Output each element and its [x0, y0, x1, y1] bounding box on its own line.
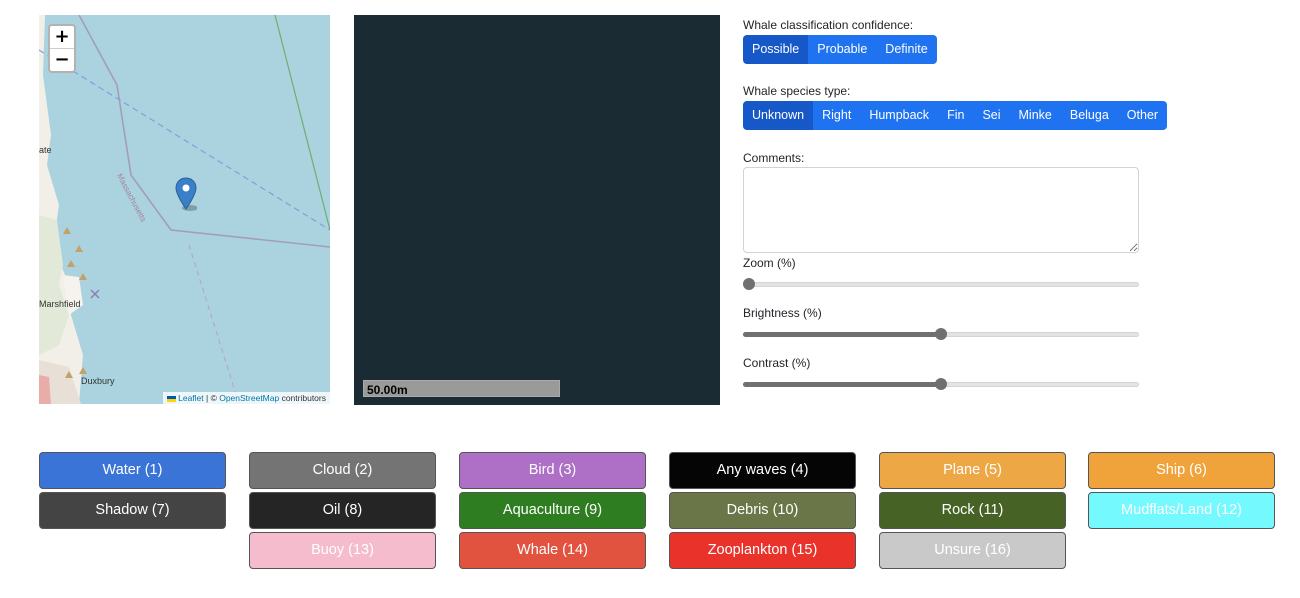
confidence-button-group: Possible Probable Definite — [743, 35, 937, 64]
species-label: Whale species type: — [743, 84, 851, 98]
contrast-slider[interactable] — [743, 378, 1139, 390]
map-place-label: Duxbury — [81, 376, 115, 386]
zoom-in-button[interactable]: + — [50, 26, 74, 48]
category-water-button[interactable]: Water (1) — [39, 452, 226, 489]
map-attribution: Leaflet | © OpenStreetMap contributors — [163, 392, 330, 404]
species-minke-button[interactable]: Minke — [1009, 101, 1061, 130]
zoom-slider-thumb[interactable] — [743, 278, 755, 290]
category-zooplankton-button[interactable]: Zooplankton (15) — [669, 532, 856, 569]
confidence-possible-button[interactable]: Possible — [743, 35, 809, 64]
category-any-waves-button[interactable]: Any waves (4) — [669, 452, 856, 489]
osm-link[interactable]: OpenStreetMap — [219, 393, 279, 403]
category-buoy-button[interactable]: Buoy (13) — [249, 532, 436, 569]
species-fin-button[interactable]: Fin — [938, 101, 974, 130]
category-oil-button[interactable]: Oil (8) — [249, 492, 436, 529]
category-mudflats-land-button[interactable]: Mudflats/Land (12) — [1088, 492, 1275, 529]
comments-label: Comments: — [743, 151, 805, 165]
attribution-suffix: contributors — [279, 393, 326, 403]
category-plane-button[interactable]: Plane (5) — [879, 452, 1066, 489]
map-view[interactable]: + − ate Massachusetts Marshfield Duxbury… — [39, 15, 330, 404]
species-beluga-button[interactable]: Beluga — [1060, 101, 1118, 130]
category-bird-button[interactable]: Bird (3) — [459, 452, 646, 489]
contrast-slider-label: Contrast (%) — [743, 356, 811, 370]
category-debris-button[interactable]: Debris (10) — [669, 492, 856, 529]
confidence-label: Whale classification confidence: — [743, 18, 914, 32]
category-ship-button[interactable]: Ship (6) — [1088, 452, 1275, 489]
species-humpback-button[interactable]: Humpback — [860, 101, 939, 130]
confidence-definite-button[interactable]: Definite — [876, 35, 937, 64]
brightness-slider-label: Brightness (%) — [743, 306, 822, 320]
category-whale-button[interactable]: Whale (14) — [459, 532, 646, 569]
species-button-group: Unknown Right Humpback Fin Sei Minke Bel… — [743, 101, 1168, 130]
species-sei-button[interactable]: Sei — [973, 101, 1010, 130]
comments-textarea[interactable] — [743, 167, 1139, 253]
category-shadow-button[interactable]: Shadow (7) — [39, 492, 226, 529]
species-other-button[interactable]: Other — [1117, 101, 1168, 130]
category-unsure-button[interactable]: Unsure (16) — [879, 532, 1066, 569]
satellite-image-panel[interactable]: 50.00m — [354, 15, 720, 405]
category-rock-button[interactable]: Rock (11) — [879, 492, 1066, 529]
scale-bar: 50.00m — [363, 380, 560, 397]
confidence-probable-button[interactable]: Probable — [808, 35, 877, 64]
zoom-control: + − — [48, 24, 76, 73]
map-marker-icon[interactable] — [175, 177, 198, 216]
category-cloud-button[interactable]: Cloud (2) — [249, 452, 436, 489]
contrast-slider-thumb[interactable] — [935, 378, 947, 390]
species-unknown-button[interactable]: Unknown — [743, 101, 814, 130]
zoom-out-button[interactable]: − — [50, 48, 74, 71]
leaflet-link[interactable]: Leaflet — [178, 393, 204, 403]
map-place-label: Marshfield — [39, 299, 81, 309]
brightness-slider[interactable] — [743, 328, 1139, 340]
zoom-slider[interactable] — [743, 278, 1139, 290]
attribution-separator: | © — [203, 393, 220, 403]
species-right-button[interactable]: Right — [813, 101, 861, 130]
ukraine-flag-icon — [167, 395, 177, 402]
map-place-label: ate — [39, 145, 52, 155]
scale-bar-label: 50.00m — [367, 383, 408, 397]
zoom-slider-label: Zoom (%) — [743, 256, 796, 270]
brightness-slider-thumb[interactable] — [935, 328, 947, 340]
category-aquaculture-button[interactable]: Aquaculture (9) — [459, 492, 646, 529]
